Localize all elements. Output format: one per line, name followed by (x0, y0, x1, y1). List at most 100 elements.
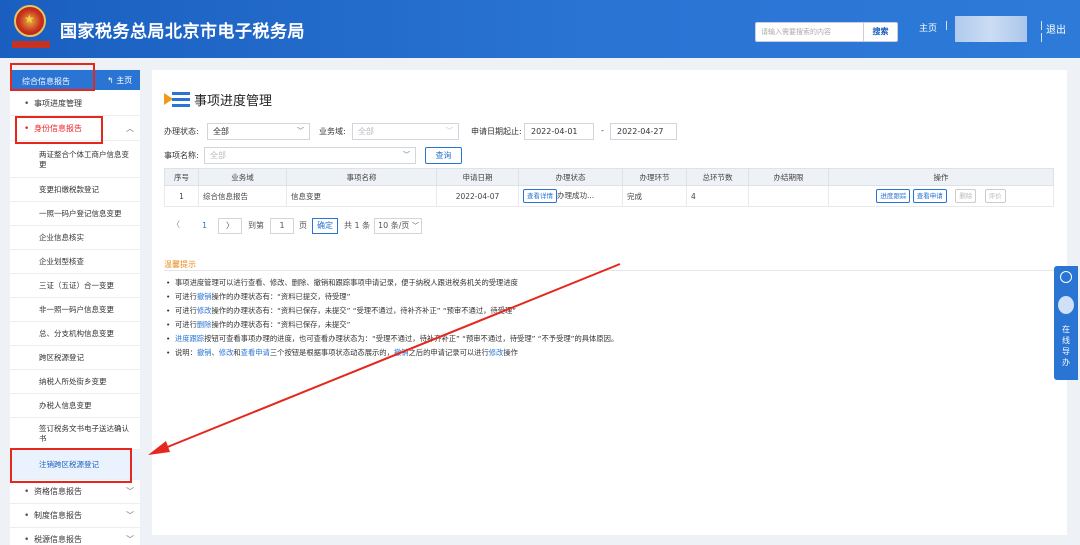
delete-button[interactable]: 删除 (955, 189, 977, 203)
header-separator: | (945, 21, 949, 31)
query-button[interactable]: 查询 (425, 147, 462, 164)
chevron-down-icon: ﹀ (126, 511, 134, 520)
item-name-label: 事项名称: (164, 151, 199, 160)
col-header: 办理状态 (518, 168, 623, 186)
sidebar-item-label: 事项进度管理 (34, 99, 82, 108)
col-header: 办理环节 (622, 168, 687, 186)
bullet-icon: • (24, 99, 30, 109)
sidebar-home-label: 主页 (116, 76, 133, 85)
sub-item-label: 总、分支机构信息变更 (39, 329, 114, 338)
annotation-box (15, 116, 103, 144)
col-header: 操作 (828, 168, 1054, 186)
tip-line: • 事项进度管理可以进行查看、修改、删除、撤销和跟踪事项申请记录，便于纳税人跟进税… (166, 278, 518, 288)
tip-link[interactable]: 修改 (197, 306, 212, 315)
sidebar-item-progress[interactable]: • 事项进度管理 (10, 92, 140, 116)
date-start-input[interactable]: 2022-04-01 (524, 123, 594, 140)
user-service-icon (1060, 271, 1072, 283)
tip-link[interactable]: 撤销 (394, 348, 409, 357)
list-title-icon (164, 90, 190, 108)
view-detail-button[interactable]: 查看详情 (523, 189, 557, 203)
tip-link[interactable]: 撤销 (197, 292, 212, 301)
annotation-box (10, 448, 132, 483)
col-header: 事项名称 (286, 168, 437, 186)
tip-text: 可进行 (175, 306, 197, 315)
prev-page-button[interactable]: 〈 (164, 218, 188, 234)
tip-link[interactable]: 修改 (219, 348, 234, 357)
col-header: 申请日期 (436, 168, 519, 186)
bullet-icon: • (24, 487, 30, 497)
cell-domain: 综合信息报告 (198, 185, 287, 207)
bullet-icon: • (166, 278, 171, 287)
back-arrow-icon: ↰ (107, 76, 114, 85)
sub-item[interactable]: 企业信息核实 (10, 226, 140, 250)
divider (164, 270, 1054, 271)
bullet-icon: • (166, 306, 171, 315)
page-size-select[interactable]: 10 条/页 ﹀ (374, 218, 422, 234)
logout-link[interactable]: 退出 (1046, 21, 1066, 36)
tip-text: 可进行 (175, 320, 197, 329)
sub-item[interactable]: 三证（五证）合一变更 (10, 274, 140, 298)
sub-item-label: 企业划型核查 (39, 257, 84, 266)
tip-text: 操作的办理状态有：“资料已保存，未提交” (211, 320, 351, 329)
confirm-page-button[interactable]: 确定 (312, 218, 338, 234)
tip-link[interactable]: 进度跟踪 (175, 334, 204, 343)
chevron-down-icon: ﹀ (126, 487, 134, 496)
sub-item-label: 非一照一码户信息变更 (39, 305, 114, 314)
view-application-button[interactable]: 查看申请 (912, 189, 947, 203)
track-progress-button[interactable]: 进度跟踪 (876, 189, 911, 203)
tip-link[interactable]: 修改 (489, 348, 504, 357)
tip-line: • 可进行删除操作的办理状态有：“资料已保存，未提交” (166, 320, 350, 330)
date-range-label: 申请日期起止: (471, 127, 522, 136)
domain-select[interactable]: 全部 ﹀ (352, 123, 459, 140)
sub-item[interactable]: 企业划型核查 (10, 250, 140, 274)
sub-item[interactable]: 跨区税源登记 (10, 346, 140, 370)
sub-item[interactable]: 一照一码户登记信息变更 (10, 202, 140, 226)
tip-link[interactable]: 撤销 (197, 348, 212, 357)
sidebar-item-qualification[interactable]: • 资格信息报告 ﹀ (10, 480, 140, 504)
item-name-select[interactable]: 全部 ﹀ (204, 147, 416, 164)
page-unit: 页 (299, 221, 307, 230)
sub-item[interactable]: 办税人信息变更 (10, 394, 140, 418)
status-select[interactable]: 全部 ﹀ (207, 123, 310, 140)
tip-link[interactable]: 删除 (197, 320, 212, 329)
sub-item[interactable]: 两证整合个体工商户信息变更 (10, 142, 140, 178)
sidebar-item-label: 税源信息报告 (34, 535, 82, 544)
sidebar-item-system[interactable]: • 制度信息报告 ﹀ (10, 504, 140, 528)
chevron-down-icon: ﹀ (403, 151, 410, 159)
search-button[interactable]: 搜索 (864, 22, 898, 42)
bullet-icon: • (166, 320, 171, 329)
sidebar-item-tax-source[interactable]: • 税源信息报告 ﹀ (10, 528, 140, 545)
sub-item[interactable]: 纳税人所处街乡变更 (10, 370, 140, 394)
tip-link[interactable]: 查看申请 (241, 348, 270, 357)
search-input[interactable]: 请输入需要搜索的内容 (755, 22, 864, 42)
col-header: 序号 (164, 168, 199, 186)
float-service-button[interactable] (1054, 266, 1078, 292)
goto-page-input[interactable]: 1 (270, 218, 294, 234)
cell-deadline (748, 185, 829, 207)
sub-item-label: 签订税务文书电子送达确认书 (39, 424, 129, 443)
sub-item[interactable]: 总、分支机构信息变更 (10, 322, 140, 346)
online-guide-button[interactable]: 在线导办 (1054, 292, 1078, 380)
rate-button[interactable]: 评价 (984, 189, 1006, 203)
sub-item[interactable]: 变更扣缴税款登记 (10, 178, 140, 202)
goto-label: 到第 (248, 221, 264, 230)
header-separator: | (1040, 33, 1044, 43)
tip-text: 操作的办理状态有：“资料已保存，未提交” “受理不通过，待补齐补正” “预审不通… (211, 306, 517, 315)
cell-status: 查看详情 办理成功... (518, 185, 623, 207)
status-label: 办理状态: (164, 127, 199, 136)
tip-text: 之后的申请记录可以进行 (408, 348, 489, 357)
page-size-value: 10 条/页 (378, 221, 410, 230)
sidebar-home-link[interactable]: ↰ 主页 (107, 75, 132, 86)
date-end-input[interactable]: 2022-04-27 (610, 123, 677, 140)
current-page[interactable]: 1 (202, 218, 207, 234)
total-count: 共 1 条 (344, 221, 371, 230)
sub-item[interactable]: 签订税务文书电子送达确认书 (10, 418, 140, 450)
tip-text: 说明： (175, 348, 197, 357)
header-home-link[interactable]: 主页 (919, 21, 937, 34)
chevron-down-icon: ﹀ (126, 535, 134, 544)
col-header: 总环节数 (686, 168, 749, 186)
next-page-button[interactable]: 〉 (218, 218, 242, 234)
sub-item-label: 纳税人所处街乡变更 (39, 377, 107, 386)
sub-item-label: 企业信息核实 (39, 233, 84, 242)
sub-item[interactable]: 非一照一码户信息变更 (10, 298, 140, 322)
